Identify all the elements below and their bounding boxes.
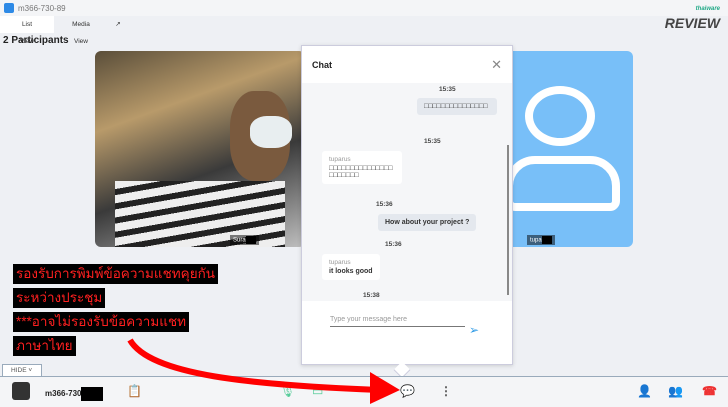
- tab-media-view[interactable]: Media View: [54, 16, 108, 45]
- video-tile-participant-1[interactable]: Sura: [95, 51, 305, 247]
- avatar-icon: [525, 86, 595, 146]
- message-time: 15:35: [424, 138, 441, 145]
- more-icon[interactable]: ⋮: [440, 384, 452, 398]
- video-tile-participant-2[interactable]: tupa: [505, 51, 633, 247]
- chat-title: Chat: [312, 59, 332, 70]
- view-tabs: List View Media View ↗: [0, 16, 560, 45]
- video-feed: [115, 181, 285, 247]
- user-avatar[interactable]: [12, 382, 30, 400]
- chevron-up-icon[interactable]: ^: [338, 386, 342, 395]
- chat-icon[interactable]: 💬: [400, 384, 415, 398]
- send-icon[interactable]: ➢: [469, 323, 479, 337]
- participant-name: Sura: [230, 235, 259, 245]
- bottom-toolbar: m366-730 📋 🎙 ▭ ^ 💬 ⋮ 👤 👥 ☎: [0, 376, 728, 407]
- chat-message: How about your project ?: [378, 214, 477, 231]
- close-icon[interactable]: ✕: [491, 57, 502, 73]
- chat-panel: Chat ✕ 15:35 □□□□□□□□□□□□□□□ 15:35 tuparu…: [301, 45, 513, 365]
- chat-message: tuparus it looks good: [322, 254, 380, 280]
- watermark-main: REVIEW: [664, 15, 720, 31]
- message-time: 15:35: [439, 86, 456, 93]
- scrollbar[interactable]: [507, 145, 509, 295]
- app-icon: [4, 3, 14, 13]
- message-time: 15:36: [385, 241, 402, 248]
- message-time: 15:38: [363, 292, 380, 299]
- tab-list-view[interactable]: List View: [0, 16, 54, 45]
- chat-messages[interactable]: 15:35 □□□□□□□□□□□□□□□ 15:35 tuparus □□□□□…: [302, 83, 512, 301]
- meeting-info-icon[interactable]: 📋: [127, 384, 142, 398]
- participants-icon[interactable]: 👥: [668, 384, 683, 398]
- chat-message: □□□□□□□□□□□□□□□: [417, 98, 497, 115]
- hide-button[interactable]: HIDE ˅: [2, 364, 42, 376]
- watermark-logo: thaiware REVIEW: [664, 6, 720, 31]
- participants-title: 2 Participants: [3, 35, 69, 46]
- meeting-name: m366-730: [45, 387, 104, 401]
- participant-name: tupa: [527, 235, 555, 245]
- camera-icon[interactable]: ▭: [312, 384, 323, 398]
- end-call-icon[interactable]: ☎: [702, 384, 717, 398]
- title-bar: m366-730-89: [0, 0, 728, 16]
- message-input[interactable]: Type your message here: [330, 316, 465, 327]
- window-title: m366-730-89: [18, 3, 66, 13]
- message-time: 15:36: [376, 201, 393, 208]
- annotation-text: รองรับการพิมพ์ข้อความแชทคุยกัน ระหว่างประ…: [13, 262, 219, 358]
- avatar-body: [505, 156, 620, 211]
- popout-icon[interactable]: ↗: [108, 16, 128, 33]
- microphone-icon[interactable]: 🎙: [280, 384, 295, 398]
- add-participant-icon[interactable]: 👤: [637, 384, 652, 398]
- chat-message: tuparus □□□□□□□□□□□□□□□□□□□□□□: [322, 151, 402, 184]
- video-mask: [250, 116, 292, 148]
